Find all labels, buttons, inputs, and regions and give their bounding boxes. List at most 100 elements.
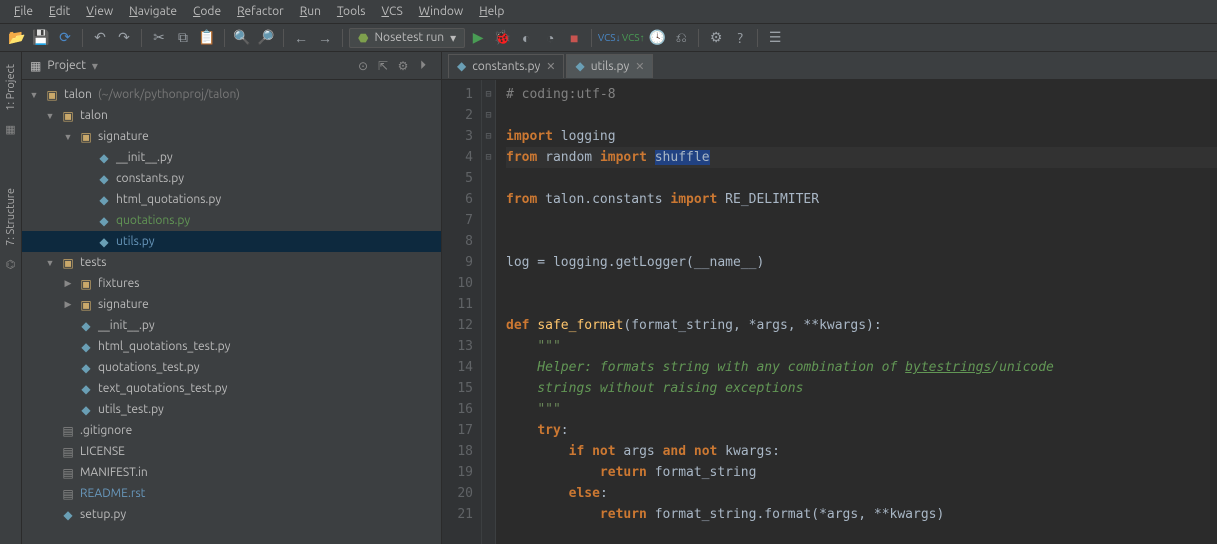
tree-row[interactable]: ▶▣fixtures [22, 273, 441, 294]
tree-row[interactable]: ◆html_quotations_test.py [22, 336, 441, 357]
code-line[interactable] [506, 105, 1217, 126]
code-line[interactable]: import logging [506, 126, 1217, 147]
code-line[interactable]: else: [506, 483, 1217, 504]
hide-panel-icon[interactable]: ⏵ [413, 59, 433, 73]
code-line[interactable]: """ [506, 399, 1217, 420]
tree-row[interactable]: ▼▣tests [22, 252, 441, 273]
menu-tools[interactable]: Tools [329, 2, 374, 21]
menu-help[interactable]: Help [471, 2, 512, 21]
menu-file[interactable]: File [6, 2, 41, 21]
code-line[interactable]: def safe_format(format_string, *args, **… [506, 315, 1217, 336]
code-line[interactable]: if not args and not kwargs: [506, 441, 1217, 462]
code-line[interactable] [506, 210, 1217, 231]
code-line[interactable] [506, 231, 1217, 252]
vcs-history-icon[interactable]: 🕓 [646, 27, 668, 49]
tree-row[interactable]: ◆setup.py [22, 504, 441, 525]
scroll-from-source-icon[interactable]: ⊙ [353, 59, 373, 73]
save-all-icon[interactable]: 💾 [30, 27, 52, 49]
code-line[interactable]: # coding:utf-8 [506, 84, 1217, 105]
collapse-arrow-icon[interactable]: ▶ [62, 299, 74, 310]
project-tool-button[interactable]: 1: Project [5, 64, 17, 111]
code-line[interactable] [506, 273, 1217, 294]
code-line[interactable]: strings without raising exceptions [506, 378, 1217, 399]
expand-arrow-icon[interactable]: ▼ [62, 132, 74, 142]
tree-row[interactable]: ◆quotations.py [22, 210, 441, 231]
code-line[interactable] [506, 168, 1217, 189]
menu-code[interactable]: Code [185, 2, 229, 21]
expand-arrow-icon[interactable]: ▼ [28, 90, 40, 100]
tree-row[interactable]: ◆utils_test.py [22, 399, 441, 420]
panel-settings-icon[interactable]: ⚙ [393, 59, 413, 73]
menu-vcs[interactable]: VCS [373, 2, 410, 21]
debug-icon[interactable]: 🐞 [491, 27, 513, 49]
redo-icon[interactable]: ↷ [113, 27, 135, 49]
tree-row[interactable]: ◆__init__.py [22, 315, 441, 336]
paste-icon[interactable]: 📋 [196, 27, 218, 49]
profile-icon[interactable]: ◔ [539, 27, 561, 49]
code-line[interactable]: from random import shuffle [506, 147, 1217, 168]
fold-gutter[interactable]: ⊟⊟⊟⊟ [482, 80, 496, 544]
vcs-revert-icon[interactable]: ⎌ [670, 27, 692, 49]
code-content[interactable]: # coding:utf-8 import loggingfrom random… [496, 80, 1217, 544]
menu-run[interactable]: Run [292, 2, 329, 21]
expand-arrow-icon[interactable]: ▼ [44, 111, 56, 121]
cut-icon[interactable]: ✂ [148, 27, 170, 49]
tree-item-label: setup.py [80, 508, 126, 521]
code-line[interactable]: return format_string [506, 462, 1217, 483]
code-editor[interactable]: 123456789101112131415161718192021 ⊟⊟⊟⊟ #… [442, 80, 1217, 544]
tree-row[interactable]: ▤MANIFEST.in [22, 462, 441, 483]
back-icon[interactable]: ← [290, 27, 312, 49]
code-line[interactable]: """ [506, 336, 1217, 357]
project-tree[interactable]: ▼ ▣ talon (~/work/pythonproj/talon) ▼▣ta… [22, 80, 441, 544]
run-icon[interactable]: ▶ [467, 27, 489, 49]
open-icon[interactable]: 📂 [6, 27, 28, 49]
sync-icon[interactable]: ⟳ [54, 27, 76, 49]
tree-row[interactable]: ▤README.rst [22, 483, 441, 504]
project-tree-root[interactable]: ▼ ▣ talon (~/work/pythonproj/talon) [22, 84, 441, 105]
forward-icon[interactable]: → [314, 27, 336, 49]
close-tab-icon[interactable]: ✕ [546, 60, 555, 73]
structure-popup-icon[interactable]: ☰ [764, 27, 786, 49]
tree-row[interactable]: ▶▣signature [22, 294, 441, 315]
project-view-dropdown-icon[interactable]: ▾ [92, 59, 98, 73]
tree-row[interactable]: ◆constants.py [22, 168, 441, 189]
tree-row[interactable]: ◆text_quotations_test.py [22, 378, 441, 399]
replace-icon[interactable]: 🔎 [255, 27, 277, 49]
menu-view[interactable]: View [78, 2, 121, 21]
collapse-all-icon[interactable]: ⇱ [373, 59, 393, 73]
code-line[interactable]: from talon.constants import RE_DELIMITER [506, 189, 1217, 210]
stop-icon[interactable]: ■ [563, 27, 585, 49]
close-tab-icon[interactable]: ✕ [635, 60, 644, 73]
tree-row[interactable]: ▼▣talon [22, 105, 441, 126]
tree-row[interactable]: ◆__init__.py [22, 147, 441, 168]
tree-row[interactable]: ▼▣signature [22, 126, 441, 147]
expand-arrow-icon[interactable]: ▼ [44, 258, 56, 268]
copy-icon[interactable]: ⧉ [172, 27, 194, 49]
coverage-icon[interactable]: ◐ [515, 27, 537, 49]
vcs-commit-icon[interactable]: VCS↑ [622, 27, 644, 49]
code-line[interactable]: log = logging.getLogger(__name__) [506, 252, 1217, 273]
tree-row[interactable]: ▤LICENSE [22, 441, 441, 462]
settings-icon[interactable]: ⚙ [705, 27, 727, 49]
help-icon[interactable]: ? [729, 27, 751, 49]
tree-row[interactable]: ◆html_quotations.py [22, 189, 441, 210]
code-line[interactable]: return format_string.format(*args, **kwa… [506, 504, 1217, 525]
editor-tab[interactable]: ◆constants.py✕ [448, 54, 564, 78]
tree-row[interactable]: ◆utils.py [22, 231, 441, 252]
code-line[interactable] [506, 294, 1217, 315]
vcs-update-icon[interactable]: VCS↓ [598, 27, 620, 49]
menu-navigate[interactable]: Navigate [121, 2, 185, 21]
undo-icon[interactable]: ↶ [89, 27, 111, 49]
menu-edit[interactable]: Edit [41, 2, 78, 21]
code-line[interactable]: try: [506, 420, 1217, 441]
code-line[interactable]: Helper: formats string with any combinat… [506, 357, 1217, 378]
tree-row[interactable]: ▤.gitignore [22, 420, 441, 441]
structure-tool-button[interactable]: 7: Structure [5, 188, 17, 246]
menu-window[interactable]: Window [411, 2, 471, 21]
tree-row[interactable]: ◆quotations_test.py [22, 357, 441, 378]
find-icon[interactable]: 🔍 [231, 27, 253, 49]
editor-tab[interactable]: ◆utils.py✕ [566, 54, 653, 78]
collapse-arrow-icon[interactable]: ▶ [62, 278, 74, 289]
run-config-selector[interactable]: ⬣ Nosetest run ▾ [349, 28, 465, 48]
menu-refactor[interactable]: Refactor [229, 2, 292, 21]
